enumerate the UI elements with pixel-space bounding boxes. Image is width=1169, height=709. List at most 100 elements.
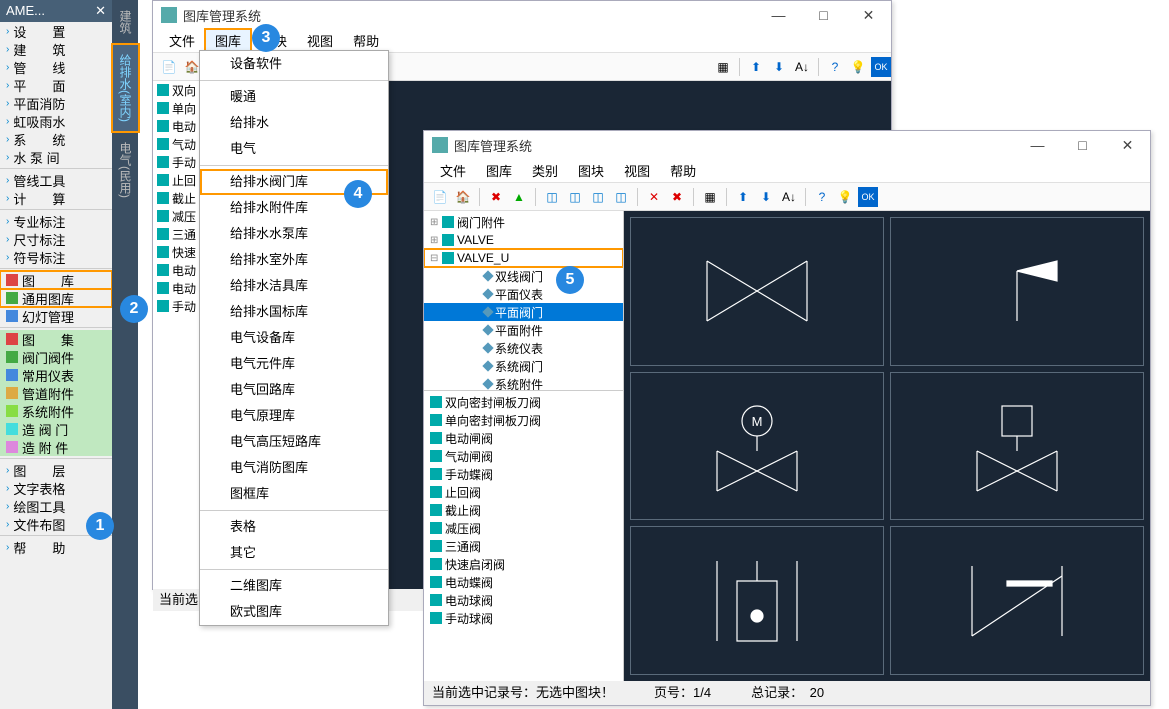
tb-tips-icon[interactable]: 💡 [848, 57, 868, 77]
sidebar-item[interactable]: 通用图库 [0, 289, 112, 307]
library-dropdown[interactable]: 设备软件暖通给排水电气给排水阀门库给排水附件库给排水水泵库给排水室外库给排水洁具… [199, 50, 389, 626]
tree-item[interactable]: 平面附件 [424, 321, 623, 339]
close-button[interactable]: ✕ [1105, 131, 1150, 159]
sidebar-item[interactable]: ›符号标注 [0, 248, 112, 266]
dropdown-item[interactable]: 给排水 [200, 110, 388, 136]
symbol-needle-valve[interactable] [630, 526, 884, 675]
tb-paste-icon[interactable]: ◫ [565, 187, 585, 207]
dropdown-item[interactable]: 设备软件 [200, 51, 388, 77]
dropdown-item[interactable]: 电气设备库 [200, 325, 388, 351]
list-item[interactable]: 气动闸阀 [424, 447, 623, 465]
menu-help[interactable]: 帮助 [343, 29, 389, 52]
tb-del2-icon[interactable]: ✖ [667, 187, 687, 207]
tb-grid-icon[interactable]: ▦ [700, 187, 720, 207]
list-item[interactable]: 减压阀 [424, 519, 623, 537]
menu-file[interactable]: 文件 [159, 29, 205, 52]
list-item[interactable]: 止回阀 [424, 483, 623, 501]
tb-dup-icon[interactable]: ◫ [611, 187, 631, 207]
tb-up-icon[interactable]: ⬆ [733, 187, 753, 207]
dropdown-item[interactable]: 电气元件库 [200, 351, 388, 377]
tree-item[interactable]: 系统仪表 [424, 339, 623, 357]
sidebar-help[interactable]: ›帮 助 [0, 538, 112, 556]
maximize-button[interactable]: □ [801, 1, 846, 29]
sidebar-item[interactable]: ›建 筑 [0, 40, 112, 58]
tree-item[interactable]: ⊟VALVE_U [424, 249, 623, 267]
list-item[interactable]: 快速启闭阀 [424, 555, 623, 573]
sidebar-item[interactable]: ›管线工具 [0, 171, 112, 189]
dropdown-item[interactable]: 电气原理库 [200, 403, 388, 429]
sidebar-item[interactable]: ›系 统 [0, 130, 112, 148]
tb-ok-icon[interactable]: OK [871, 57, 891, 77]
tb-help-icon[interactable]: ? [825, 57, 845, 77]
vtab-plumbing[interactable]: 给排水(室内) [112, 44, 139, 132]
sidebar-item[interactable]: ›图 层 [0, 461, 112, 479]
list-item[interactable]: 双向密封闸板刀阀 [424, 393, 623, 411]
menu-view[interactable]: 视图 [297, 29, 343, 52]
sidebar-item[interactable]: ›计 算 [0, 189, 112, 207]
menu-file[interactable]: 文件 [430, 159, 476, 182]
menu-view[interactable]: 视图 [614, 159, 660, 182]
tb-down-icon[interactable]: ⬇ [756, 187, 776, 207]
tb-sort-icon[interactable]: A↓ [779, 187, 799, 207]
list-item[interactable]: 电动球阀 [424, 591, 623, 609]
sidebar-item[interactable]: 造 附 件 [0, 438, 112, 456]
tb-tips-icon[interactable]: 💡 [835, 187, 855, 207]
minimize-button[interactable]: — [1015, 131, 1060, 159]
dropdown-item[interactable]: 图框库 [200, 481, 388, 507]
sidebar-item[interactable]: 幻灯管理 [0, 307, 112, 325]
list-item[interactable]: 手动蝶阀 [424, 465, 623, 483]
menu-library[interactable]: 图库 [476, 159, 522, 182]
tb-up-icon[interactable]: ⬆ [746, 57, 766, 77]
dropdown-item[interactable]: 给排水水泵库 [200, 221, 388, 247]
dropdown-item[interactable]: 暖通 [200, 84, 388, 110]
tree-item[interactable]: ⊞阀门附件 [424, 213, 623, 231]
vtab-electrical[interactable]: 电气(民用) [112, 132, 139, 208]
tb-cut-icon[interactable]: ◫ [588, 187, 608, 207]
tree-item[interactable]: 系统阀门 [424, 357, 623, 375]
dropdown-item[interactable]: 电气 [200, 136, 388, 162]
symbol-box-valve[interactable] [890, 372, 1144, 521]
tree-item[interactable]: ⊞VALVE [424, 231, 623, 249]
tb-help-icon[interactable]: ? [812, 187, 832, 207]
tb-down-icon[interactable]: ⬇ [769, 57, 789, 77]
symbol-valve-1[interactable] [630, 217, 884, 366]
sidebar-item[interactable]: 图 库 [0, 271, 112, 289]
dropdown-item[interactable]: 给排水国标库 [200, 299, 388, 325]
maximize-button[interactable]: □ [1060, 131, 1105, 159]
dropdown-item[interactable]: 给排水室外库 [200, 247, 388, 273]
tb-home-icon[interactable]: 🏠 [453, 187, 473, 207]
tree-item[interactable]: 双线阀门 [424, 267, 623, 285]
vtab-building[interactable]: 建筑 [112, 0, 139, 44]
tree-item[interactable]: 系统附件 [424, 375, 623, 391]
symbol-flag[interactable] [890, 217, 1144, 366]
sidebar-item[interactable]: ›虹吸雨水 [0, 112, 112, 130]
sidebar-item[interactable]: 常用仪表 [0, 366, 112, 384]
tb-sort-icon[interactable]: A↓ [792, 57, 812, 77]
minimize-button[interactable]: — [756, 1, 801, 29]
dropdown-item[interactable]: 其它 [200, 540, 388, 566]
close-button[interactable]: ✕ [846, 1, 891, 29]
dropdown-item[interactable]: 给排水洁具库 [200, 273, 388, 299]
list-item[interactable]: 三通阀 [424, 537, 623, 555]
sidebar-item[interactable]: 管道附件 [0, 384, 112, 402]
tb-copy-icon[interactable]: ◫ [542, 187, 562, 207]
dropdown-item[interactable]: 电气消防图库 [200, 455, 388, 481]
menu-category[interactable]: 类别 [522, 159, 568, 182]
symbol-check-valve[interactable] [890, 526, 1144, 675]
list-item[interactable]: 电动闸阀 [424, 429, 623, 447]
menu-library[interactable]: 图库 [205, 29, 251, 52]
tb-pyramid-icon[interactable]: ▲ [509, 187, 529, 207]
menu-help[interactable]: 帮助 [660, 159, 706, 182]
tb-grid-icon[interactable]: ▦ [713, 57, 733, 77]
tb-new-icon[interactable]: 📄 [159, 57, 179, 77]
list-item[interactable]: 截止阀 [424, 501, 623, 519]
sidebar-item[interactable]: 系统附件 [0, 402, 112, 420]
tree-item[interactable]: 平面阀门 [424, 303, 623, 321]
sidebar-item[interactable]: ›平 面 [0, 76, 112, 94]
sidebar-close-icon[interactable]: ✕ [95, 0, 112, 22]
symbol-motor-valve[interactable]: M [630, 372, 884, 521]
list-item[interactable]: 单向密封闸板刀阀 [424, 411, 623, 429]
sidebar-item[interactable]: ›平面消防 [0, 94, 112, 112]
sidebar-item[interactable]: 造 阀 门 [0, 420, 112, 438]
tb-red-icon[interactable]: ✖ [486, 187, 506, 207]
